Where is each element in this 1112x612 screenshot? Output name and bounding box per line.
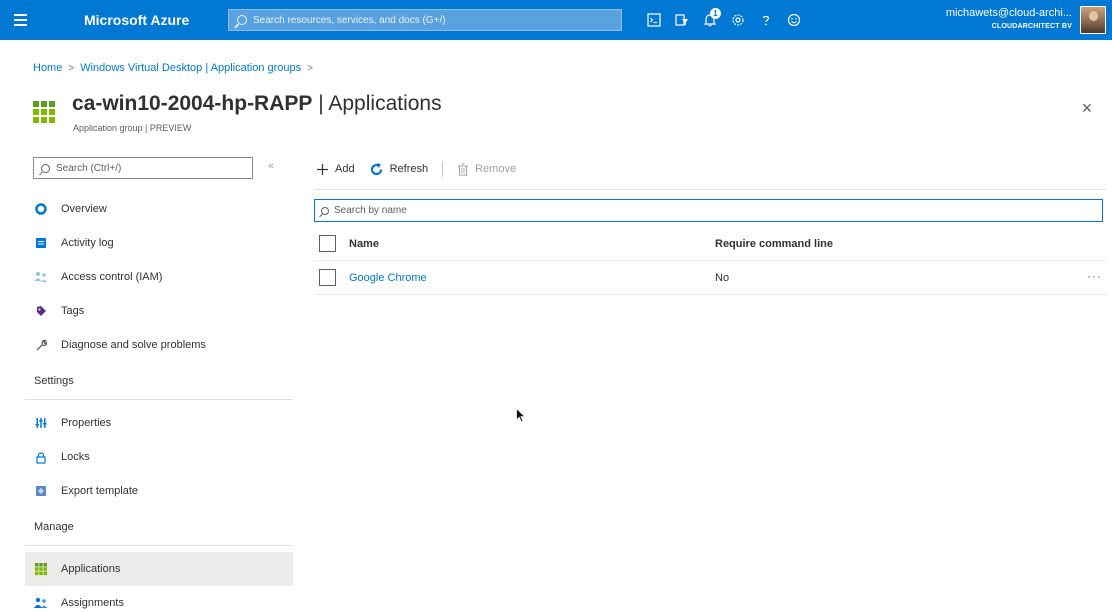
- row-checkbox[interactable]: [319, 269, 336, 286]
- nav-item-label: Diagnose and solve problems: [61, 339, 206, 351]
- nav-item-assignments[interactable]: Assignments: [25, 586, 293, 612]
- notification-badge: 1: [710, 8, 721, 19]
- nav-item-locks[interactable]: Locks: [25, 440, 293, 474]
- remove-button[interactable]: Remove: [457, 163, 516, 176]
- search-by-name-placeholder: Search by name: [334, 205, 407, 216]
- remove-button-label: Remove: [475, 163, 517, 175]
- nav-item-diagnose[interactable]: Diagnose and solve problems: [25, 328, 293, 362]
- nav-item-label: Applications: [61, 563, 121, 575]
- page-title: ca-win10-2004-hp-RAPP | Applications: [72, 92, 442, 116]
- people-icon: [34, 270, 48, 284]
- hamburger-menu-icon[interactable]: [0, 0, 40, 40]
- global-search-placeholder: Search resources, services, and docs (G+…: [253, 14, 446, 26]
- nav-section-manage: Manage: [25, 508, 293, 546]
- title-divider: |: [312, 92, 329, 115]
- search-icon: [41, 163, 50, 173]
- toolbar-divider: [442, 161, 444, 177]
- nav-section-settings: Settings: [25, 362, 293, 400]
- account-org: CLOUDARCHITECT BV: [991, 23, 1072, 30]
- cloud-shell-icon[interactable]: [640, 0, 668, 40]
- nav-item-tags[interactable]: Tags: [25, 294, 293, 328]
- add-button[interactable]: Add: [316, 163, 355, 176]
- nav-item-export-template[interactable]: Export template: [25, 474, 293, 508]
- grid-header-row: Name Require command line: [314, 227, 1106, 261]
- more-options-icon[interactable]: ···: [1087, 269, 1102, 283]
- table-row: Google Chrome No ···: [314, 261, 1106, 295]
- nav-item-activity-log[interactable]: Activity log: [25, 226, 293, 260]
- resource-name: ca-win10-2004-hp-RAPP: [72, 92, 313, 115]
- nav-item-label: Tags: [61, 305, 85, 317]
- nav-item-access-control[interactable]: Access control (IAM): [25, 260, 293, 294]
- properties-icon: [34, 416, 48, 430]
- account-name: michawets@cloud-archi...: [945, 7, 1072, 19]
- command-bar-divider: [314, 189, 1106, 190]
- export-icon: [34, 484, 48, 498]
- nav-item-label: Access control (IAM): [61, 271, 163, 283]
- search-icon: [321, 206, 329, 215]
- nav-item-overview[interactable]: Overview: [25, 192, 293, 226]
- nav-search-input[interactable]: Search (Ctrl+/): [33, 157, 253, 179]
- wrench-icon: [34, 338, 48, 352]
- nav-item-label: Export template: [61, 485, 139, 497]
- mouse-pointer-icon: [516, 407, 526, 429]
- select-all-checkbox[interactable]: [319, 235, 336, 252]
- close-icon[interactable]: ×: [1077, 98, 1097, 118]
- feedback-smiley-icon[interactable]: [780, 0, 808, 40]
- nav-search-placeholder: Search (Ctrl+/): [56, 162, 122, 174]
- settings-gear-icon[interactable]: [724, 0, 752, 40]
- global-search-input[interactable]: Search resources, services, and docs (G+…: [228, 9, 622, 31]
- refresh-icon: [369, 162, 384, 177]
- activity-log-icon: [34, 236, 48, 250]
- breadcrumb-home[interactable]: Home: [33, 62, 62, 74]
- application-name-link[interactable]: Google Chrome: [349, 272, 715, 284]
- nav-item-label: Assignments: [61, 597, 124, 609]
- page-subtitle: Application group | PREVIEW: [73, 123, 192, 133]
- resource-menu: Overview Activity log Access control (IA…: [25, 192, 293, 612]
- require-command-line-value: No: [715, 271, 730, 284]
- tag-icon: [34, 304, 48, 318]
- avatar[interactable]: [1080, 6, 1106, 34]
- column-header-name[interactable]: Name: [349, 238, 715, 250]
- overview-icon: [34, 202, 48, 216]
- refresh-button[interactable]: Refresh: [369, 162, 429, 177]
- nav-item-label: Activity log: [61, 237, 114, 249]
- add-button-label: Add: [335, 163, 355, 175]
- trash-icon: [457, 163, 469, 176]
- command-bar: Add Refresh Remove: [316, 156, 530, 182]
- search-by-name-input[interactable]: Search by name: [314, 199, 1103, 222]
- top-icons: 1: [640, 0, 808, 40]
- nav-item-label: Overview: [61, 203, 107, 215]
- plus-icon: [316, 163, 329, 176]
- nav-item-label: Locks: [61, 451, 90, 463]
- lock-icon: [34, 450, 48, 464]
- search-icon: [237, 15, 247, 25]
- collapse-nav-icon[interactable]: «: [268, 160, 274, 172]
- notifications-icon[interactable]: 1: [696, 0, 724, 40]
- account-menu[interactable]: michawets@cloud-archi... CLOUDARCHITECT …: [912, 4, 1072, 36]
- top-bar: Microsoft Azure Search resources, servic…: [0, 0, 1112, 40]
- breadcrumb-separator: >: [307, 62, 313, 74]
- directory-filter-icon[interactable]: [668, 0, 696, 40]
- nav-item-properties[interactable]: Properties: [25, 406, 293, 440]
- title-section: Applications: [328, 92, 442, 115]
- breadcrumb: Home > Windows Virtual Desktop | Applica…: [33, 62, 319, 74]
- help-icon[interactable]: [752, 0, 780, 40]
- breadcrumb-application-groups[interactable]: Windows Virtual Desktop | Application gr…: [80, 62, 301, 74]
- applications-grid: Name Require command line Google Chrome …: [314, 227, 1106, 295]
- nav-item-applications[interactable]: Applications: [25, 552, 293, 586]
- applications-icon: [34, 562, 48, 576]
- refresh-button-label: Refresh: [389, 163, 429, 175]
- assignments-icon: [34, 596, 48, 610]
- nav-item-label: Properties: [61, 417, 112, 429]
- application-group-icon: [33, 101, 55, 123]
- column-header-require-command-line[interactable]: Require command line: [715, 238, 833, 250]
- breadcrumb-separator: >: [68, 62, 75, 74]
